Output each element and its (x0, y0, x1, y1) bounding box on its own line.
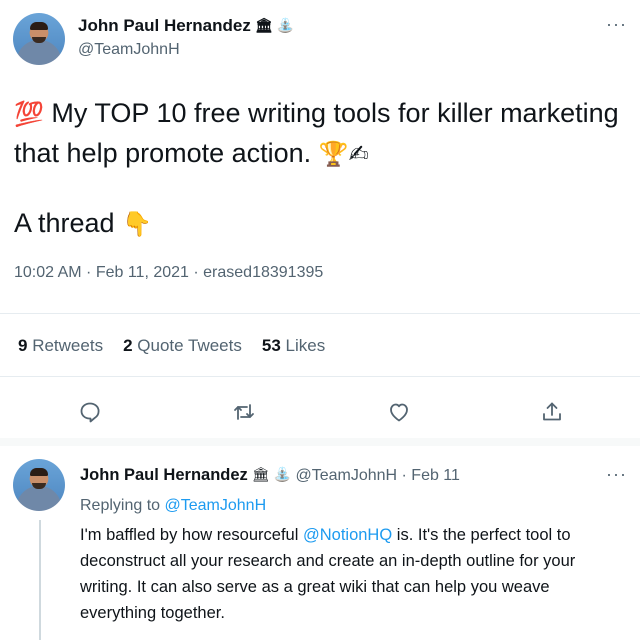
avatar[interactable] (13, 13, 65, 65)
avatar-hair (30, 468, 48, 476)
reply-text: I'm baffled by how resourceful @NotionHQ… (80, 526, 576, 622)
reply-handle-date[interactable]: @TeamJohnH · Feb 11 (295, 467, 459, 484)
tweet-stats: 9 Retweets 2 Quote Tweets 53 Likes (18, 336, 325, 356)
more-options-icon[interactable]: ··· (606, 15, 627, 33)
reply-avatar[interactable] (13, 459, 65, 511)
trophy-emoji: 🏆 (318, 141, 349, 168)
fountain-emoji: ⛲ (273, 466, 291, 482)
divider (0, 313, 640, 314)
replying-to-handle[interactable]: @TeamJohnH (165, 497, 267, 514)
tweet-text: 💯 My TOP 10 free writing tools for kille… (14, 94, 624, 174)
section-separator (0, 438, 640, 446)
reply-author-name[interactable]: John Paul Hernandez (80, 466, 248, 484)
thread-connector-line (39, 520, 41, 640)
tweet-meta[interactable]: 10:02 AM · Feb 11, 2021 · erased18391395 (14, 264, 323, 282)
replying-to: Replying to @TeamJohnH (80, 497, 267, 514)
reply-header: John Paul Hernandez 🏛 ⛲ @TeamJohnH · Feb 1… (80, 466, 460, 485)
avatar-beard (32, 37, 46, 43)
reply-icon[interactable] (78, 400, 102, 424)
bank-emoji: 🏛 (254, 17, 273, 33)
divider (0, 376, 640, 377)
share-icon[interactable] (540, 400, 564, 424)
quote-tweets-stat[interactable]: 2 Quote Tweets (123, 336, 242, 355)
pointing-down-emoji: 👇 (122, 211, 152, 238)
reply-more-options-icon[interactable]: ··· (606, 465, 627, 483)
retweet-icon[interactable] (232, 400, 256, 424)
thread-line: A thread 👇 (14, 205, 152, 243)
avatar-beard (32, 483, 46, 489)
fountain-emoji: ⛲ (276, 17, 295, 33)
retweets-stat[interactable]: 9 Retweets (18, 336, 103, 355)
author-handle[interactable]: @TeamJohnH (78, 41, 180, 59)
author-name[interactable]: John Paul Hernandez 🏛 ⛲ (78, 16, 294, 36)
tweet-body: My TOP 10 free writing tools for killer … (14, 98, 619, 168)
avatar-hair (30, 22, 48, 30)
hundred-points-emoji: 💯 (14, 101, 44, 128)
writing-hand-emoji: ✍ (348, 141, 369, 168)
thread-text: A thread (14, 208, 115, 238)
like-icon[interactable] (387, 400, 411, 424)
mention-link[interactable]: @NotionHQ (303, 526, 392, 544)
bank-emoji: 🏛 (251, 466, 270, 482)
likes-stat[interactable]: 53 Likes (262, 336, 325, 355)
